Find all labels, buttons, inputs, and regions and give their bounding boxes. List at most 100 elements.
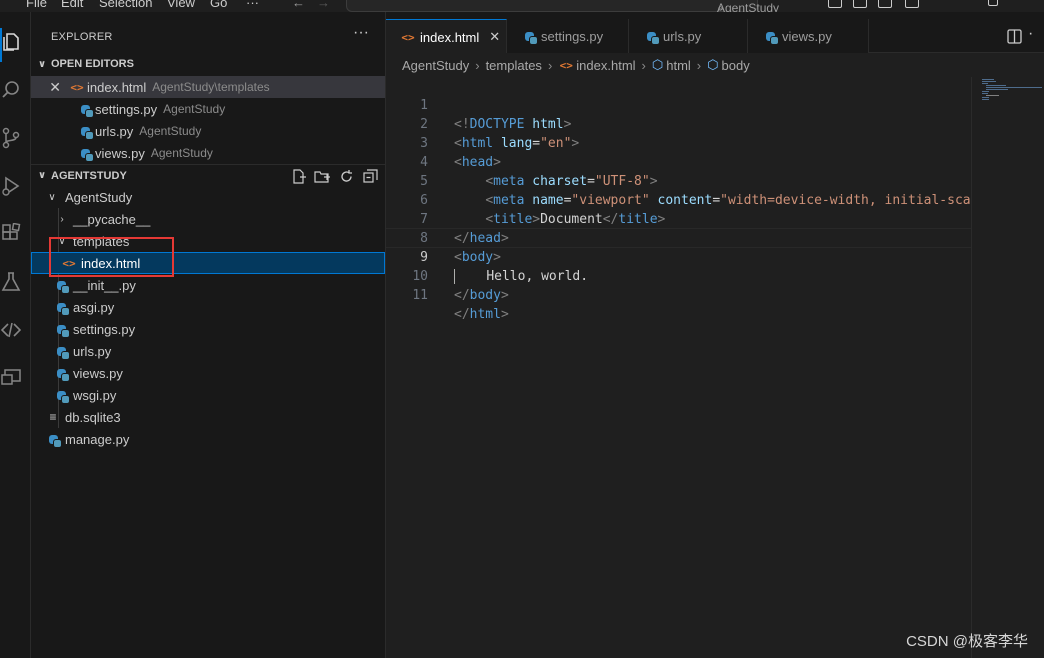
- code-editor[interactable]: 1 <!DOCTYPE html> 2 <html lang="en"> 3 <…: [386, 77, 986, 658]
- tab-index-html[interactable]: <> index.html ✕: [386, 19, 507, 54]
- python-file-icon: [53, 346, 70, 360]
- breadcrumb-item[interactable]: templates: [486, 58, 542, 73]
- html-file-icon: <>: [70, 80, 84, 94]
- html-file-icon: <>: [559, 58, 573, 72]
- toggle-primary-sidebar-icon[interactable]: [828, 0, 842, 8]
- code-line: 8 <body>: [386, 210, 971, 265]
- tree-file-views[interactable]: views.py: [31, 362, 385, 384]
- chevron-right-icon: ›: [60, 213, 64, 225]
- explorer-icon[interactable]: [0, 30, 22, 54]
- close-icon[interactable]: ✕: [31, 79, 61, 96]
- database-file-icon: ≡: [49, 410, 57, 424]
- split-editor-icon[interactable]: [1007, 29, 1022, 47]
- python-file-icon: [762, 31, 779, 45]
- collapse-all-icon[interactable]: [361, 165, 379, 187]
- chevron-down-icon: ∨: [37, 170, 47, 181]
- tree-label: views.py: [73, 365, 123, 381]
- menu-edit[interactable]: Edit: [61, 0, 83, 10]
- code-line: 1 <!DOCTYPE html>: [386, 77, 971, 132]
- code-line: 4 <meta charset="UTF-8">: [386, 134, 971, 189]
- python-file-icon: [53, 390, 70, 404]
- annotation-highlight-box: [49, 237, 174, 277]
- forward-arrow-icon[interactable]: →: [317, 0, 330, 10]
- explorer-title: EXPLORER: [51, 31, 113, 43]
- python-file-icon: [643, 31, 660, 45]
- tree-file-urls[interactable]: urls.py: [31, 340, 385, 362]
- title-bar: File Edit Selection View Go ··· ← → ⌕ Ag…: [0, 0, 1044, 12]
- python-file-icon: [77, 148, 94, 162]
- symbol-element-icon: ⬡: [651, 57, 664, 72]
- menu-file[interactable]: File: [26, 0, 47, 10]
- open-editor-item[interactable]: ✕ <> index.html AgentStudy\templates: [31, 76, 385, 98]
- tree-file-manage[interactable]: manage.py: [31, 428, 385, 450]
- remote-explorer-icon[interactable]: [0, 318, 22, 342]
- open-editor-desc: AgentStudy: [139, 124, 202, 138]
- command-center-search[interactable]: ⌕ AgentStudy: [346, 0, 779, 12]
- minimap-line: [982, 97, 989, 98]
- minimap[interactable]: [971, 77, 1044, 658]
- open-editors-title: OPEN EDITORS: [51, 58, 134, 70]
- open-editor-item[interactable]: views.py AgentStudy: [31, 142, 385, 164]
- tab-urls-py[interactable]: urls.py: [629, 19, 748, 53]
- html-file-icon: <>: [401, 30, 415, 44]
- open-editor-item[interactable]: settings.py AgentStudy: [31, 98, 385, 120]
- tree-file-asgi[interactable]: asgi.py: [31, 296, 385, 318]
- python-file-icon: [53, 324, 70, 338]
- search-view-icon[interactable]: [0, 78, 22, 102]
- testing-icon[interactable]: [0, 270, 22, 294]
- explorer-sidebar: EXPLORER ··· ∨ OPEN EDITORS ✕ <> index.h…: [31, 12, 386, 658]
- new-file-icon[interactable]: [289, 165, 307, 187]
- menu-more[interactable]: ···: [246, 0, 259, 10]
- open-editor-item[interactable]: urls.py AgentStudy: [31, 120, 385, 142]
- chat-icon[interactable]: [0, 366, 22, 390]
- python-file-icon: [77, 104, 94, 118]
- tab-label: index.html: [420, 29, 480, 45]
- tree-label: manage.py: [65, 431, 130, 447]
- open-editor-desc: AgentStudy: [150, 146, 213, 160]
- breadcrumb-item[interactable]: index.html: [576, 58, 635, 73]
- tree-file-init[interactable]: __init__.py: [31, 274, 385, 296]
- extensions-icon[interactable]: [0, 222, 22, 246]
- customize-layout-icon[interactable]: [905, 0, 919, 8]
- explorer-more-actions[interactable]: ···: [353, 24, 369, 42]
- run-debug-icon[interactable]: [0, 174, 22, 198]
- tree-folder-pycache[interactable]: › __pycache__: [31, 208, 385, 230]
- tree-file-settings[interactable]: settings.py: [31, 318, 385, 340]
- maximize-icon[interactable]: [988, 0, 998, 6]
- close-icon[interactable]: ✕: [489, 29, 500, 45]
- tree-folder-agentstudy[interactable]: ∨ AgentStudy: [31, 186, 385, 208]
- back-arrow-icon[interactable]: ←: [292, 0, 305, 10]
- more-actions-icon[interactable]: ·: [1028, 25, 1033, 43]
- breadcrumb-item[interactable]: AgentStudy: [402, 58, 469, 73]
- minimap-line: [986, 95, 999, 96]
- breadcrumb-item[interactable]: body: [722, 58, 750, 73]
- minimap-line: [986, 85, 1006, 86]
- menu-view[interactable]: View: [167, 0, 195, 10]
- code-line: 10 </body>: [386, 248, 971, 303]
- menu-go[interactable]: Go: [210, 0, 227, 10]
- tab-views-py[interactable]: views.py: [748, 19, 869, 53]
- tree-file-db[interactable]: ≡ db.sqlite3: [31, 406, 385, 428]
- open-editor-name: index.html: [87, 79, 147, 95]
- project-header[interactable]: ∨ AGENTSTUDY: [31, 164, 385, 186]
- minimap-line: [982, 93, 988, 94]
- source-control-icon[interactable]: [0, 126, 22, 150]
- tree-file-wsgi[interactable]: wsgi.py: [31, 384, 385, 406]
- python-file-icon: [77, 126, 94, 140]
- breadcrumb-item[interactable]: html: [666, 58, 691, 73]
- toggle-panel-icon[interactable]: [853, 0, 867, 8]
- python-file-icon: [53, 280, 70, 294]
- menu-selection[interactable]: Selection: [99, 0, 152, 10]
- toggle-secondary-sidebar-icon[interactable]: [878, 0, 892, 8]
- tree-label: wsgi.py: [73, 387, 117, 403]
- new-folder-icon[interactable]: [313, 165, 331, 187]
- chevron-down-icon: ∨: [48, 191, 56, 203]
- tab-settings-py[interactable]: settings.py: [507, 19, 629, 53]
- minimap-line: [982, 99, 989, 100]
- open-editor-desc: AgentStudy: [163, 102, 226, 116]
- python-file-icon: [53, 302, 70, 316]
- open-editors-header[interactable]: ∨ OPEN EDITORS: [31, 53, 385, 75]
- chevron-right-icon: ›: [547, 57, 553, 73]
- tree-label: urls.py: [73, 343, 112, 359]
- refresh-icon[interactable]: [337, 165, 355, 187]
